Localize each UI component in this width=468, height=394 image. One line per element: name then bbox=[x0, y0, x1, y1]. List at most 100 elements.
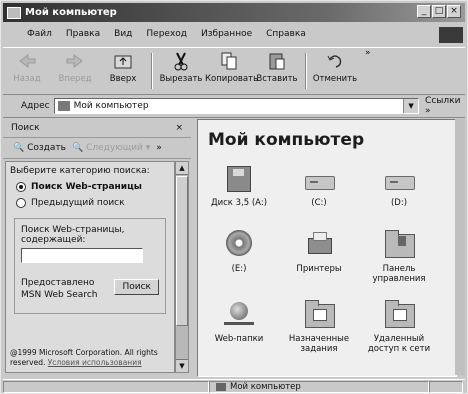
search-pane-header: Поиск × bbox=[3, 119, 191, 138]
undo-button[interactable]: Отменить bbox=[311, 48, 359, 84]
item-drive-d[interactable]: (D:) bbox=[364, 164, 434, 208]
links-button[interactable]: Ссылки » bbox=[425, 96, 465, 116]
title-bar[interactable]: Мой компьютер _ □ × bbox=[3, 3, 465, 22]
radio-previous-label: Предыдущий поиск bbox=[31, 198, 125, 208]
forward-arrow-icon bbox=[64, 51, 86, 71]
search-field-label: Поиск Web-страницы, содержащей: bbox=[21, 225, 125, 245]
radio-web-page-search[interactable]: Поиск Web-страницы bbox=[16, 182, 170, 192]
window-title: Мой компьютер bbox=[25, 7, 117, 18]
next-button[interactable]: 🔍 Следующий ▾ bbox=[72, 143, 150, 153]
menu-favorites[interactable]: Избранное bbox=[194, 29, 259, 39]
item-control-panel[interactable]: Панель управления bbox=[364, 230, 434, 284]
item-label: Принтеры bbox=[296, 264, 342, 274]
menu-help[interactable]: Справка bbox=[259, 29, 313, 39]
forward-button[interactable]: Вперед bbox=[51, 48, 99, 84]
radio-previous-search[interactable]: Предыдущий поиск bbox=[16, 198, 170, 208]
dial-up-networking-icon bbox=[382, 300, 416, 330]
radio-unselected-icon bbox=[16, 198, 26, 208]
address-field[interactable]: Мой компьютер ▼ bbox=[53, 98, 420, 114]
my-computer-icon bbox=[7, 6, 21, 19]
copyright-text: @1999 Microsoft Corporation. All rights … bbox=[10, 348, 174, 368]
my-computer-small-icon bbox=[216, 383, 226, 391]
search-input[interactable] bbox=[21, 248, 143, 263]
address-dropdown-icon[interactable]: ▼ bbox=[403, 99, 419, 113]
item-label: Диск 3,5 (A:) bbox=[210, 198, 268, 208]
pane-more-chevron[interactable]: » bbox=[156, 143, 162, 153]
web-folders-icon bbox=[222, 300, 256, 330]
new-search-button[interactable]: 🔍 Создать bbox=[13, 143, 66, 153]
floppy-drive-icon bbox=[222, 164, 256, 194]
scissors-icon bbox=[170, 51, 192, 71]
paste-icon bbox=[266, 51, 288, 71]
printers-folder-icon bbox=[302, 230, 336, 260]
search-pane-close-icon[interactable]: × bbox=[175, 123, 183, 133]
back-label: Назад bbox=[13, 74, 41, 84]
item-label: Web-папки bbox=[214, 334, 264, 344]
item-dial-up-networking[interactable]: Удаленный доступ к сети bbox=[364, 300, 434, 354]
toolbar-more-chevron[interactable]: » bbox=[365, 48, 371, 58]
hard-drive-icon bbox=[382, 164, 416, 194]
paste-button[interactable]: Вставить bbox=[253, 48, 301, 84]
minimize-button[interactable]: _ bbox=[417, 5, 431, 18]
item-label: Назначенные задания bbox=[288, 334, 350, 354]
up-label: Вверх bbox=[109, 74, 137, 84]
item-label: (E:) bbox=[231, 264, 247, 274]
toolbar: Назад Вперед Вверх Вырезать Копировать В… bbox=[3, 47, 465, 95]
status-cell-right bbox=[429, 381, 463, 393]
search-category-prompt: Выберите категорию поиска: bbox=[10, 166, 150, 176]
item-scheduled-tasks[interactable]: Назначенные задания bbox=[284, 300, 354, 354]
undo-icon bbox=[324, 51, 346, 71]
menu-file[interactable]: Файл bbox=[3, 29, 59, 39]
cut-label: Вырезать bbox=[159, 74, 203, 84]
item-drive-c[interactable]: (C:) bbox=[284, 164, 354, 208]
item-printers[interactable]: Принтеры bbox=[284, 230, 354, 274]
status-bar: Мой компьютер bbox=[3, 379, 465, 394]
provided-by-text: Предоставлено MSN Web Search bbox=[21, 278, 98, 300]
search-pane-body: Выберите категорию поиска: Поиск Web-стр… bbox=[5, 161, 175, 373]
status-text: Мой компьютер bbox=[230, 382, 301, 392]
content-area: Мой компьютер Диск 3,5 (A:) (C:) (D:) (E… bbox=[197, 119, 457, 377]
windows-logo-icon bbox=[439, 27, 463, 43]
item-floppy-a[interactable]: Диск 3,5 (A:) bbox=[204, 164, 274, 208]
forward-label: Вперед bbox=[58, 74, 92, 84]
content-heading: Мой компьютер bbox=[208, 130, 365, 150]
up-folder-icon bbox=[112, 51, 134, 71]
toolbar-separator bbox=[305, 53, 307, 89]
next-label: Следующий bbox=[86, 143, 143, 153]
search-pane-scrollbar[interactable]: ▲ ▼ bbox=[175, 161, 189, 373]
scroll-up-icon[interactable]: ▲ bbox=[176, 162, 188, 175]
search-pane-toolbar: 🔍 Создать 🔍 Следующий ▾ » bbox=[3, 138, 191, 159]
menu-go[interactable]: Переход bbox=[139, 29, 194, 39]
explorer-window: Мой компьютер _ □ × Файл Правка Вид Пере… bbox=[0, 0, 468, 394]
copy-label: Копировать bbox=[205, 74, 259, 84]
close-button[interactable]: × bbox=[447, 5, 461, 18]
copy-icon bbox=[218, 51, 240, 71]
copy-button[interactable]: Копировать bbox=[205, 48, 258, 84]
hard-drive-icon bbox=[302, 164, 336, 194]
radio-selected-icon bbox=[16, 182, 26, 192]
paste-label: Вставить bbox=[256, 74, 298, 84]
menu-view[interactable]: Вид bbox=[107, 29, 139, 39]
status-cell-zone: Мой компьютер bbox=[209, 381, 429, 393]
address-label: Адрес bbox=[21, 101, 50, 111]
scroll-down-icon[interactable]: ▼ bbox=[176, 359, 188, 372]
up-button[interactable]: Вверх bbox=[99, 48, 147, 84]
menu-bar: Файл Правка Вид Переход Избранное Справк… bbox=[3, 25, 465, 43]
back-button[interactable]: Назад bbox=[3, 48, 51, 84]
content-scrollbar[interactable] bbox=[455, 119, 465, 375]
item-drive-e[interactable]: (E:) bbox=[204, 230, 274, 274]
item-label: (C:) bbox=[311, 198, 327, 208]
maximize-button[interactable]: □ bbox=[432, 5, 446, 18]
scheduled-tasks-icon bbox=[302, 300, 336, 330]
terms-of-use-link[interactable]: Условия использования bbox=[48, 358, 142, 367]
toolbar-separator bbox=[151, 53, 153, 89]
scroll-thumb[interactable] bbox=[176, 176, 188, 326]
item-label: Панель управления bbox=[372, 264, 426, 284]
menu-edit[interactable]: Правка bbox=[59, 29, 107, 39]
status-cell-left bbox=[3, 381, 209, 393]
item-web-folders[interactable]: Web-папки bbox=[204, 300, 274, 344]
cut-button[interactable]: Вырезать bbox=[157, 48, 205, 84]
search-button[interactable]: Поиск bbox=[114, 279, 159, 295]
web-search-box: Поиск Web-страницы, содержащей: Предоста… bbox=[14, 218, 166, 314]
control-panel-icon bbox=[382, 230, 416, 260]
